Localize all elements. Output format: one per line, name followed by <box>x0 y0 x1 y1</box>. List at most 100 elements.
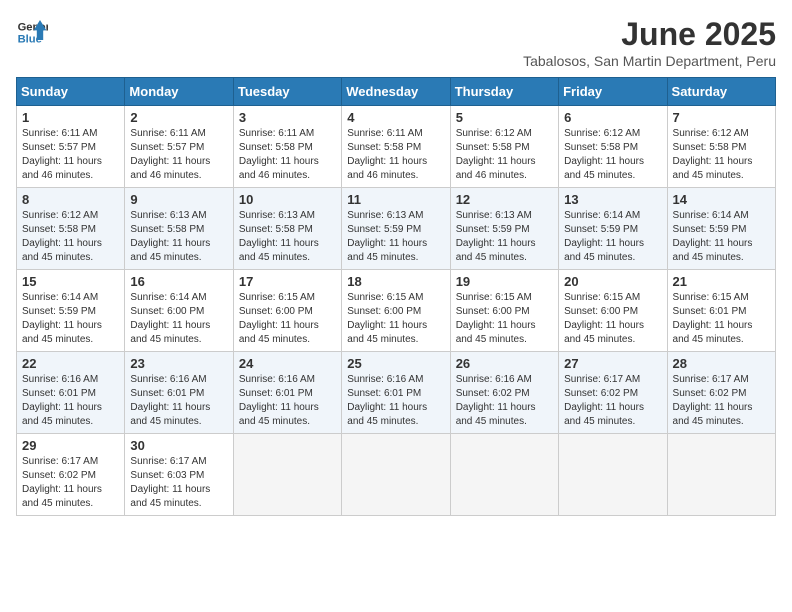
header-saturday: Saturday <box>667 78 775 106</box>
day-cell: 15Sunrise: 6:14 AM Sunset: 5:59 PM Dayli… <box>17 270 125 352</box>
day-number: 17 <box>239 274 336 289</box>
week-row-3: 15Sunrise: 6:14 AM Sunset: 5:59 PM Dayli… <box>17 270 776 352</box>
calendar-subtitle: Tabalosos, San Martin Department, Peru <box>523 53 776 69</box>
day-number: 29 <box>22 438 119 453</box>
day-number: 21 <box>673 274 770 289</box>
day-cell: 10Sunrise: 6:13 AM Sunset: 5:58 PM Dayli… <box>233 188 341 270</box>
day-info: Sunrise: 6:12 AM Sunset: 5:58 PM Dayligh… <box>22 209 119 265</box>
day-info: Sunrise: 6:12 AM Sunset: 5:58 PM Dayligh… <box>564 127 661 183</box>
day-info: Sunrise: 6:15 AM Sunset: 6:00 PM Dayligh… <box>347 291 444 347</box>
day-cell: 3 Sunrise: 6:11 AM Sunset: 5:58 PM Daylig… <box>233 106 341 188</box>
day-number: 14 <box>673 192 770 207</box>
day-cell <box>667 434 775 516</box>
day-info: Sunrise: 6:15 AM Sunset: 6:00 PM Dayligh… <box>564 291 661 347</box>
day-number: 19 <box>456 274 553 289</box>
day-info: Sunrise: 6:14 AM Sunset: 6:00 PM Dayligh… <box>130 291 227 347</box>
calendar-table: SundayMondayTuesdayWednesdayThursdayFrid… <box>16 77 776 516</box>
day-cell: 4 Sunrise: 6:11 AM Sunset: 5:58 PM Daylig… <box>342 106 450 188</box>
day-number: 2 <box>130 110 227 125</box>
header-sunday: Sunday <box>17 78 125 106</box>
day-cell <box>450 434 558 516</box>
title-block: June 2025 Tabalosos, San Martin Departme… <box>523 16 776 69</box>
day-cell: 12 Sunrise: 6:13 AM Sunset: 5:59 PM Dayli… <box>450 188 558 270</box>
day-cell: 20 Sunrise: 6:15 AM Sunset: 6:00 PM Dayli… <box>559 270 667 352</box>
day-number: 24 <box>239 356 336 371</box>
day-cell <box>559 434 667 516</box>
day-number: 8 <box>22 192 119 207</box>
day-info: Sunrise: 6:17 AM Sunset: 6:02 PM Dayligh… <box>564 373 661 429</box>
day-cell <box>233 434 341 516</box>
day-info: Sunrise: 6:15 AM Sunset: 6:00 PM Dayligh… <box>239 291 336 347</box>
week-row-1: 1 Sunrise: 6:11 AM Sunset: 5:57 PM Daylig… <box>17 106 776 188</box>
day-number: 3 <box>239 110 336 125</box>
week-row-5: 29 Sunrise: 6:17 AM Sunset: 6:02 PM Dayli… <box>17 434 776 516</box>
day-cell: 25 Sunrise: 6:16 AM Sunset: 6:01 PM Dayli… <box>342 352 450 434</box>
day-number: 11 <box>347 192 444 207</box>
day-info: Sunrise: 6:11 AM Sunset: 5:57 PM Dayligh… <box>130 127 227 183</box>
day-number: 12 <box>456 192 553 207</box>
day-cell: 28 Sunrise: 6:17 AM Sunset: 6:02 PM Dayli… <box>667 352 775 434</box>
header-tuesday: Tuesday <box>233 78 341 106</box>
day-number: 18 <box>347 274 444 289</box>
day-cell: 21 Sunrise: 6:15 AM Sunset: 6:01 PM Dayli… <box>667 270 775 352</box>
day-number: 5 <box>456 110 553 125</box>
day-info: Sunrise: 6:15 AM Sunset: 6:01 PM Dayligh… <box>673 291 770 347</box>
header-wednesday: Wednesday <box>342 78 450 106</box>
day-cell: 19 Sunrise: 6:15 AM Sunset: 6:00 PM Dayli… <box>450 270 558 352</box>
logo-icon: General Blue <box>16 16 48 48</box>
day-cell: 24 Sunrise: 6:16 AM Sunset: 6:01 PM Dayli… <box>233 352 341 434</box>
day-cell: 26 Sunrise: 6:16 AM Sunset: 6:02 PM Dayli… <box>450 352 558 434</box>
day-info: Sunrise: 6:16 AM Sunset: 6:01 PM Dayligh… <box>347 373 444 429</box>
day-number: 13 <box>564 192 661 207</box>
day-info: Sunrise: 6:14 AM Sunset: 5:59 PM Dayligh… <box>564 209 661 265</box>
day-cell: 7Sunrise: 6:12 AM Sunset: 5:58 PM Daylig… <box>667 106 775 188</box>
day-cell: 22 Sunrise: 6:16 AM Sunset: 6:01 PM Dayli… <box>17 352 125 434</box>
day-cell: 6Sunrise: 6:12 AM Sunset: 5:58 PM Daylig… <box>559 106 667 188</box>
day-cell: 2 Sunrise: 6:11 AM Sunset: 5:57 PM Daylig… <box>125 106 233 188</box>
day-info: Sunrise: 6:13 AM Sunset: 5:59 PM Dayligh… <box>456 209 553 265</box>
day-number: 26 <box>456 356 553 371</box>
day-info: Sunrise: 6:16 AM Sunset: 6:01 PM Dayligh… <box>130 373 227 429</box>
day-cell: 5 Sunrise: 6:12 AM Sunset: 5:58 PM Daylig… <box>450 106 558 188</box>
day-cell: 8 Sunrise: 6:12 AM Sunset: 5:58 PM Daylig… <box>17 188 125 270</box>
day-number: 27 <box>564 356 661 371</box>
header-monday: Monday <box>125 78 233 106</box>
day-info: Sunrise: 6:13 AM Sunset: 5:58 PM Dayligh… <box>130 209 227 265</box>
day-info: Sunrise: 6:16 AM Sunset: 6:02 PM Dayligh… <box>456 373 553 429</box>
day-cell: 30Sunrise: 6:17 AM Sunset: 6:03 PM Dayli… <box>125 434 233 516</box>
header-row: SundayMondayTuesdayWednesdayThursdayFrid… <box>17 78 776 106</box>
day-cell: 14Sunrise: 6:14 AM Sunset: 5:59 PM Dayli… <box>667 188 775 270</box>
day-number: 20 <box>564 274 661 289</box>
week-row-2: 8 Sunrise: 6:12 AM Sunset: 5:58 PM Daylig… <box>17 188 776 270</box>
day-cell: 27 Sunrise: 6:17 AM Sunset: 6:02 PM Dayli… <box>559 352 667 434</box>
day-number: 28 <box>673 356 770 371</box>
day-cell: 23Sunrise: 6:16 AM Sunset: 6:01 PM Dayli… <box>125 352 233 434</box>
page-header: General Blue June 2025 Tabalosos, San Ma… <box>16 16 776 69</box>
header-friday: Friday <box>559 78 667 106</box>
day-cell: 18 Sunrise: 6:15 AM Sunset: 6:00 PM Dayli… <box>342 270 450 352</box>
day-number: 22 <box>22 356 119 371</box>
day-cell: 16Sunrise: 6:14 AM Sunset: 6:00 PM Dayli… <box>125 270 233 352</box>
day-cell <box>342 434 450 516</box>
week-row-4: 22 Sunrise: 6:16 AM Sunset: 6:01 PM Dayli… <box>17 352 776 434</box>
day-info: Sunrise: 6:13 AM Sunset: 5:59 PM Dayligh… <box>347 209 444 265</box>
day-info: Sunrise: 6:16 AM Sunset: 6:01 PM Dayligh… <box>22 373 119 429</box>
day-info: Sunrise: 6:15 AM Sunset: 6:00 PM Dayligh… <box>456 291 553 347</box>
day-number: 30 <box>130 438 227 453</box>
day-number: 4 <box>347 110 444 125</box>
day-info: Sunrise: 6:11 AM Sunset: 5:58 PM Dayligh… <box>239 127 336 183</box>
day-number: 10 <box>239 192 336 207</box>
day-info: Sunrise: 6:17 AM Sunset: 6:02 PM Dayligh… <box>22 455 119 511</box>
day-info: Sunrise: 6:12 AM Sunset: 5:58 PM Dayligh… <box>456 127 553 183</box>
day-info: Sunrise: 6:16 AM Sunset: 6:01 PM Dayligh… <box>239 373 336 429</box>
day-info: Sunrise: 6:11 AM Sunset: 5:58 PM Dayligh… <box>347 127 444 183</box>
day-cell: 9 Sunrise: 6:13 AM Sunset: 5:58 PM Daylig… <box>125 188 233 270</box>
day-number: 1 <box>22 110 119 125</box>
header-thursday: Thursday <box>450 78 558 106</box>
calendar-title: June 2025 <box>523 16 776 53</box>
day-number: 25 <box>347 356 444 371</box>
day-info: Sunrise: 6:11 AM Sunset: 5:57 PM Dayligh… <box>22 127 119 183</box>
day-info: Sunrise: 6:17 AM Sunset: 6:02 PM Dayligh… <box>673 373 770 429</box>
day-number: 9 <box>130 192 227 207</box>
day-cell: 1 Sunrise: 6:11 AM Sunset: 5:57 PM Daylig… <box>17 106 125 188</box>
